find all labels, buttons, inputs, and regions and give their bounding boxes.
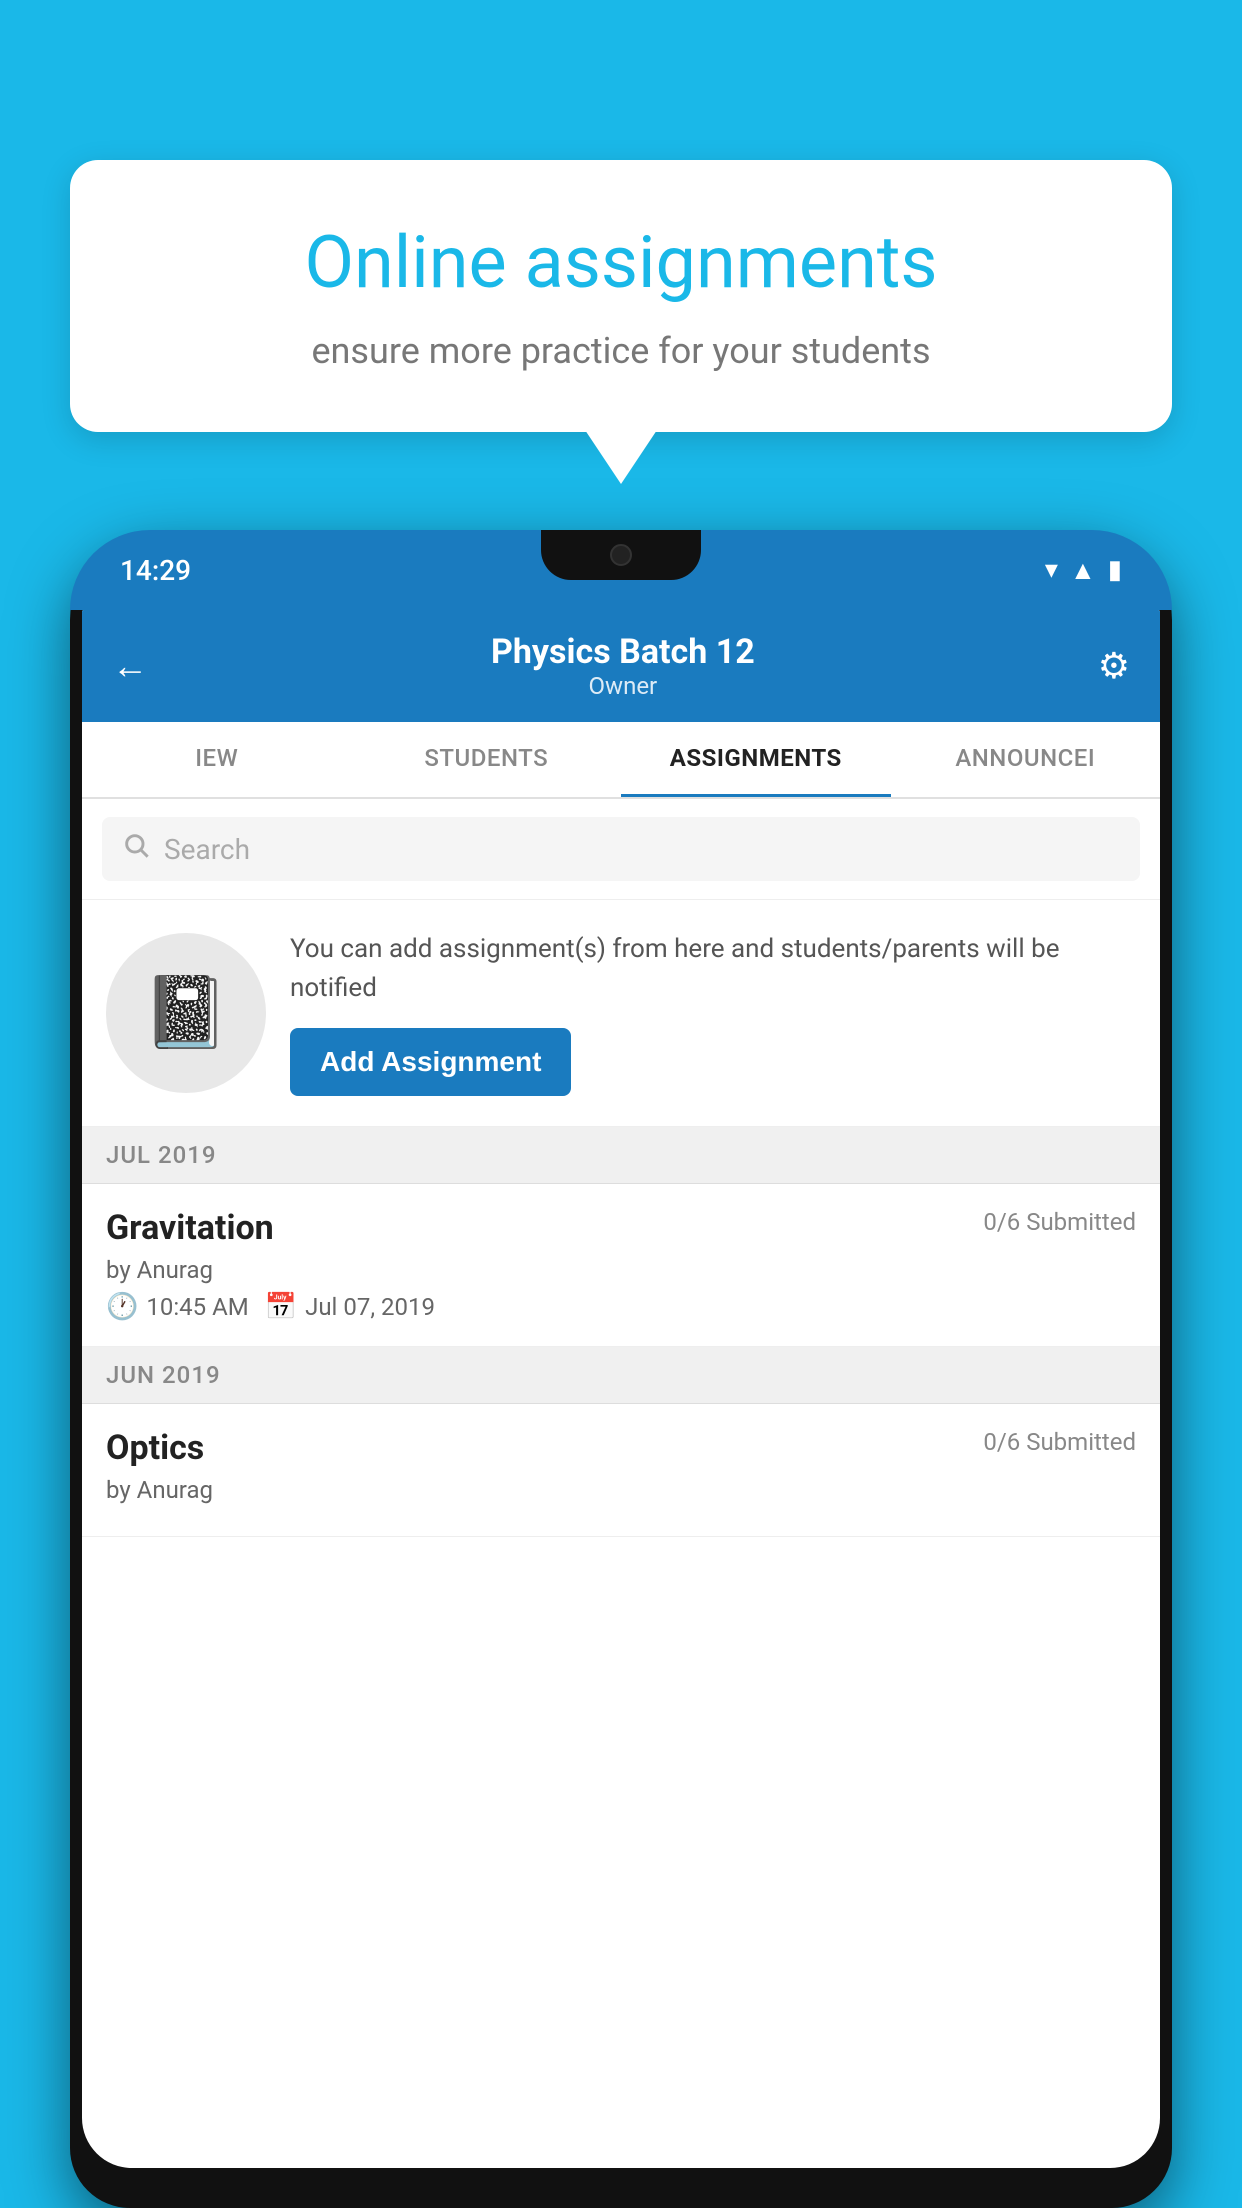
tab-assignments[interactable]: ASSIGNMENTS — [621, 722, 891, 797]
camera-dot — [610, 544, 632, 566]
wifi-icon: ▾ — [1045, 555, 1058, 585]
search-icon — [122, 831, 150, 867]
assignment-top-row-optics: Optics 0/6 Submitted — [106, 1428, 1136, 1468]
assignment-item-optics[interactable]: Optics 0/6 Submitted by Anurag — [82, 1404, 1160, 1537]
clock-icon: 🕐 — [106, 1292, 138, 1322]
assignment-time: 10:45 AM — [146, 1293, 248, 1321]
status-time: 14:29 — [120, 554, 191, 587]
assignment-date: Jul 07, 2019 — [305, 1293, 435, 1321]
info-right: You can add assignment(s) from here and … — [290, 930, 1136, 1096]
tab-iew[interactable]: IEW — [82, 722, 352, 797]
assignment-meta: 🕐 10:45 AM 📅 Jul 07, 2019 — [106, 1292, 1136, 1322]
month-separator-jun: JUN 2019 — [82, 1347, 1160, 1404]
assignment-submitted-optics: 0/6 Submitted — [983, 1428, 1136, 1456]
status-bar: 14:29 ▾ ▲ ▮ — [70, 530, 1172, 610]
bubble-subtitle: ensure more practice for your students — [140, 330, 1102, 372]
tab-students[interactable]: STUDENTS — [352, 722, 622, 797]
back-button[interactable]: ← — [112, 645, 148, 687]
header-subtitle: Owner — [491, 672, 755, 700]
signal-icon: ▲ — [1070, 555, 1096, 586]
meta-time: 🕐 10:45 AM — [106, 1292, 249, 1322]
app-header: ← Physics Batch 12 Owner ⚙ — [82, 610, 1160, 722]
notch — [541, 530, 701, 580]
assignment-icon-circle: 📓 — [106, 933, 266, 1093]
status-icons: ▾ ▲ ▮ — [1045, 555, 1122, 586]
assignment-top-row: Gravitation 0/6 Submitted — [106, 1208, 1136, 1248]
search-container: Search — [82, 799, 1160, 900]
assignment-by-optics: by Anurag — [106, 1476, 1136, 1504]
header-center: Physics Batch 12 Owner — [491, 632, 755, 700]
info-text: You can add assignment(s) from here and … — [290, 930, 1136, 1008]
phone-screen: ← Physics Batch 12 Owner ⚙ IEW STUDENTS … — [82, 610, 1160, 2168]
assignment-name-optics: Optics — [106, 1428, 204, 1468]
month-separator-jul: JUL 2019 — [82, 1127, 1160, 1184]
header-title: Physics Batch 12 — [491, 632, 755, 672]
phone-frame: 14:29 ▾ ▲ ▮ ← Physics Batch 12 Owner ⚙ I… — [70, 530, 1172, 2208]
assignment-item-gravitation[interactable]: Gravitation 0/6 Submitted by Anurag 🕐 10… — [82, 1184, 1160, 1347]
battery-icon: ▮ — [1108, 555, 1122, 585]
settings-icon[interactable]: ⚙ — [1098, 645, 1130, 687]
tabs-container: IEW STUDENTS ASSIGNMENTS ANNOUNCEI — [82, 722, 1160, 799]
meta-date: 📅 Jul 07, 2019 — [265, 1292, 435, 1322]
add-assignment-button[interactable]: Add Assignment — [290, 1028, 571, 1096]
notebook-icon: 📓 — [142, 972, 229, 1054]
calendar-icon: 📅 — [265, 1292, 297, 1322]
search-input-wrapper[interactable]: Search — [102, 817, 1140, 881]
assignment-name: Gravitation — [106, 1208, 274, 1248]
bubble-title: Online assignments — [140, 220, 1102, 306]
speech-bubble: Online assignments ensure more practice … — [70, 160, 1172, 432]
assignment-submitted: 0/6 Submitted — [983, 1208, 1136, 1236]
search-placeholder: Search — [164, 833, 250, 866]
assignment-by: by Anurag — [106, 1256, 1136, 1284]
tab-announcements[interactable]: ANNOUNCEI — [891, 722, 1161, 797]
info-section: 📓 You can add assignment(s) from here an… — [82, 900, 1160, 1127]
